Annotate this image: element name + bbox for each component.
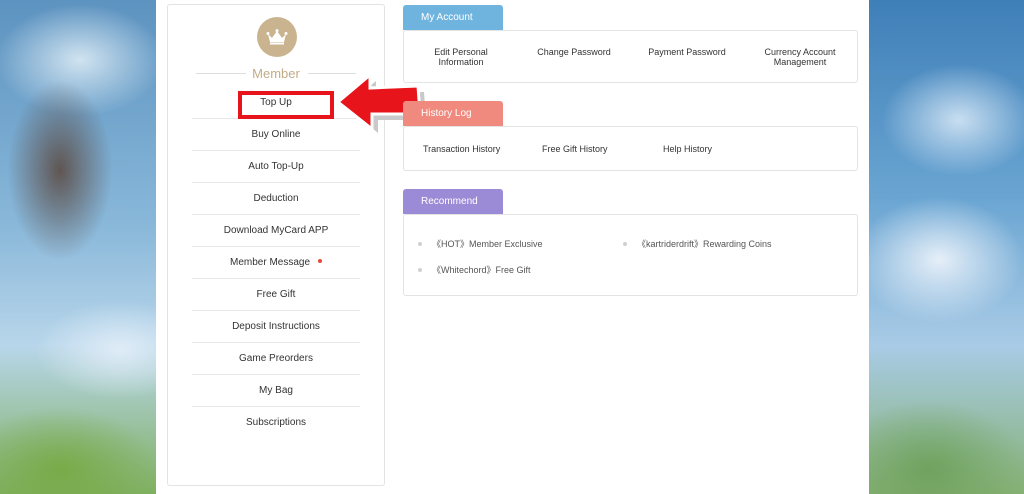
tab-my-account[interactable]: My Account [403, 5, 503, 30]
crown-icon [266, 29, 288, 45]
sidebar-item-deduction[interactable]: Deduction [192, 183, 360, 215]
recommend-item-label: 《HOT》Member Exclusive [432, 239, 543, 249]
bullet-icon [418, 241, 422, 246]
sidebar-item-free-gift[interactable]: Free Gift [192, 279, 360, 311]
change-password-link[interactable]: Change Password [529, 47, 619, 57]
link-label: Edit Personal Information [434, 47, 488, 67]
sidebar-item-label: Deposit Instructions [232, 321, 320, 332]
bullet-icon [623, 241, 627, 246]
link-label: Change Password [537, 47, 611, 57]
background-left [0, 0, 156, 494]
notification-dot [318, 259, 323, 264]
sidebar-item-label: Subscriptions [245, 417, 307, 428]
payment-password-link[interactable]: Payment Password [642, 47, 732, 57]
sidebar-item-label: Game Preorders [239, 353, 313, 364]
tab-label: Recommend [421, 196, 478, 207]
transaction-history-link[interactable]: Transaction History [423, 144, 500, 154]
top-up-highlight-box [238, 91, 334, 119]
tab-history-log[interactable]: History Log [403, 101, 503, 126]
sidebar-item-deposit-instructions[interactable]: Deposit Instructions [192, 311, 360, 343]
sidebar-item-label: Buy Online [251, 129, 301, 140]
sidebar-item-game-preorders[interactable]: Game Preorders [192, 343, 360, 375]
sidebar-item-member-message[interactable]: Member Message [192, 247, 360, 279]
recommend-panel: 《HOT》Member Exclusive 《kartriderdrift》Re… [403, 214, 858, 296]
recommend-item[interactable]: 《kartriderdrift》Rewarding Coins [623, 237, 772, 250]
link-label: Free Gift History [542, 144, 608, 154]
currency-account-management-link[interactable]: Currency Account Management [756, 47, 844, 67]
sidebar-item-download-app[interactable]: Download MyCard APP [192, 215, 360, 247]
sidebar-item-subscriptions[interactable]: Subscriptions [192, 407, 360, 438]
sidebar-item-label: My Bag [259, 385, 293, 396]
bullet-icon [418, 267, 422, 272]
tab-label: My Account [421, 12, 473, 23]
sidebar-menu: Top Up Buy Online Auto Top-Up Deduction … [192, 87, 360, 438]
sidebar-item-my-bag[interactable]: My Bag [192, 375, 360, 407]
link-label: Help History [663, 144, 713, 154]
link-label: Transaction History [423, 144, 501, 154]
sidebar-item-auto-top-up[interactable]: Auto Top-Up [192, 151, 360, 183]
history-log-panel: Transaction History Free Gift History He… [403, 126, 858, 171]
sidebar-item-label: Download MyCard APP [223, 225, 329, 236]
sidebar-item-label: Auto Top-Up [248, 161, 304, 172]
free-gift-history-link[interactable]: Free Gift History [542, 144, 608, 154]
sidebar-item-label: Free Gift [256, 289, 296, 300]
link-label: Payment Password [648, 47, 726, 57]
background-right [869, 0, 1024, 494]
sidebar-item-label: Member Message [229, 257, 311, 268]
recommend-item[interactable]: 《Whitechord》Free Gift [418, 263, 531, 276]
recommend-item-label: 《kartriderdrift》Rewarding Coins [637, 239, 772, 249]
recommend-item-label: 《Whitechord》Free Gift [432, 265, 531, 275]
sidebar-item-label: Deduction [253, 193, 299, 204]
my-account-panel: Edit Personal Information Change Passwor… [403, 30, 858, 83]
tab-recommend[interactable]: Recommend [403, 189, 503, 214]
help-history-link[interactable]: Help History [663, 144, 712, 154]
link-label: Currency Account Management [764, 47, 836, 67]
edit-personal-information-link[interactable]: Edit Personal Information [426, 47, 496, 67]
member-avatar [257, 17, 297, 57]
tab-label: History Log [421, 108, 472, 119]
member-page: Member Top Up Buy Online Auto Top-Up Ded… [156, 0, 869, 494]
recommend-item[interactable]: 《HOT》Member Exclusive [418, 237, 543, 250]
